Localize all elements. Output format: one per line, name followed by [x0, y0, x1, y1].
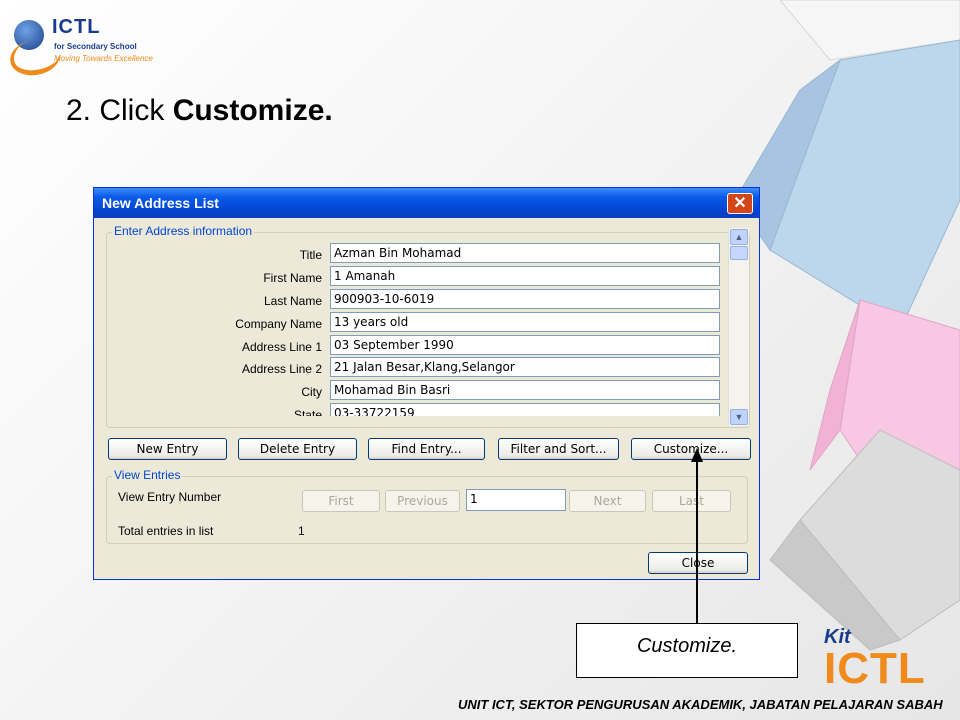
footer-text: UNIT ICT, SEKTOR PENGURUSAN AKADEMIK, JA… [458, 697, 943, 712]
callout-arrow [691, 448, 703, 623]
kit-logo-main: ICTL [824, 644, 926, 693]
customize-callout: Customize. [576, 623, 798, 678]
kit-ictl-logo: Kit ICTL [820, 626, 950, 696]
